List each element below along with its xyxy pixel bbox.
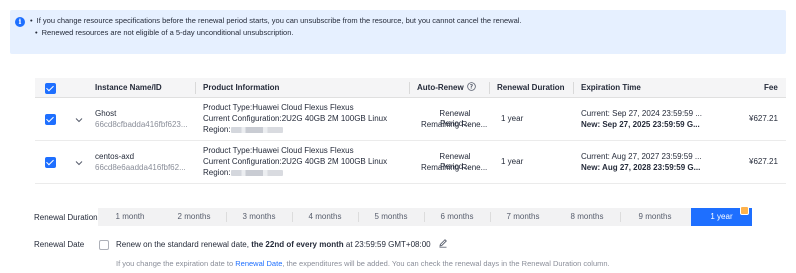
new-expiration: New: Sep 27, 2025 23:59:59 G... bbox=[581, 120, 700, 129]
redacted-region bbox=[230, 126, 283, 133]
renewal-date-label: Renewal Date bbox=[34, 240, 85, 249]
renewal-duration-value: 1 year bbox=[501, 157, 524, 166]
chevron-down-icon[interactable] bbox=[75, 159, 83, 167]
select-all-checkbox[interactable] bbox=[45, 83, 56, 94]
header-instance: Instance Name/ID bbox=[95, 83, 162, 92]
renewal-date-link[interactable]: Renewal Date bbox=[235, 259, 282, 268]
row-checkbox[interactable] bbox=[45, 157, 56, 168]
renewal-date-checkbox[interactable] bbox=[99, 240, 109, 250]
row-checkbox[interactable] bbox=[45, 114, 56, 125]
product-type: Product Type:Huawei Cloud Flexus Flexus bbox=[203, 103, 354, 112]
duration-option-5-months[interactable]: 5 months bbox=[358, 208, 424, 226]
gift-badge-icon bbox=[740, 206, 749, 215]
redacted-region bbox=[230, 169, 283, 176]
header-expiration: Expiration Time bbox=[581, 83, 641, 92]
header-product: Product Information bbox=[203, 83, 280, 92]
table-row: centos-axd 66cd8e6aadda416fbf62... Produ… bbox=[35, 141, 786, 184]
duration-option-9-months[interactable]: 9 months bbox=[620, 208, 690, 226]
chevron-down-icon[interactable] bbox=[75, 116, 83, 124]
duration-option-2-months[interactable]: 2 months bbox=[162, 208, 226, 226]
product-config: Current Configuration:2U2G 40GB 2M 100GB… bbox=[203, 114, 388, 123]
info-icon: i bbox=[15, 17, 25, 27]
product-type: Product Type:Huawei Cloud Flexus Flexus bbox=[203, 146, 354, 155]
instance-id: 66cd8cfbadda416fbf623... bbox=[95, 120, 188, 129]
help-icon[interactable]: ? bbox=[467, 82, 476, 91]
renewal-duration-selector: 1 month 2 months 3 months 4 months 5 mon… bbox=[98, 206, 752, 226]
header-renewal-duration: Renewal Duration bbox=[497, 83, 565, 92]
current-expiration: Current: Sep 27, 2024 23:59:59 ... bbox=[581, 109, 702, 118]
renewal-date-hint: If you change the expiration date to Ren… bbox=[116, 259, 610, 268]
new-expiration: New: Aug 27, 2028 23:59:59 G... bbox=[581, 163, 701, 172]
renewal-duration-value: 1 year bbox=[501, 114, 524, 123]
notice-line-2: Renewed resources are not eligible of a … bbox=[42, 28, 294, 37]
table-header: Instance Name/ID Product Information Aut… bbox=[35, 78, 786, 98]
header-fee: Fee bbox=[764, 83, 778, 92]
instances-table: Instance Name/ID Product Information Aut… bbox=[35, 78, 786, 184]
fee-value: ¥627.21 bbox=[749, 114, 778, 123]
duration-option-1-year[interactable]: 1 year bbox=[691, 206, 752, 226]
fee-value: ¥627.21 bbox=[749, 157, 778, 166]
duration-option-1-month[interactable]: 1 month bbox=[98, 208, 162, 226]
product-region: Region: bbox=[203, 168, 283, 178]
auto-renew-line-2: Remaining Rene... bbox=[421, 120, 488, 129]
renewal-date-text: Renew on the standard renewal date, the … bbox=[116, 240, 431, 249]
duration-option-4-months[interactable]: 4 months bbox=[292, 208, 358, 226]
product-region: Region: bbox=[203, 125, 283, 135]
duration-option-7-months[interactable]: 7 months bbox=[490, 208, 556, 226]
duration-option-6-months[interactable]: 6 months bbox=[424, 208, 490, 226]
current-expiration: Current: Aug 27, 2027 23:59:59 ... bbox=[581, 152, 702, 161]
edit-icon[interactable] bbox=[438, 238, 448, 248]
auto-renew-line-2: Remaining Rene... bbox=[421, 163, 488, 172]
renewal-notice: i If you change resource specifications … bbox=[10, 10, 786, 54]
instance-name: centos-axd bbox=[95, 152, 135, 161]
instance-name: Ghost bbox=[95, 109, 117, 118]
notice-line-1: If you change resource specifications be… bbox=[30, 16, 522, 25]
duration-option-8-months[interactable]: 8 months bbox=[556, 208, 618, 226]
product-config: Current Configuration:2U2G 40GB 2M 100GB… bbox=[203, 157, 388, 166]
instance-id: 66cd8e6aadda416fbf62... bbox=[95, 163, 186, 172]
duration-option-3-months[interactable]: 3 months bbox=[226, 208, 292, 226]
renewal-duration-label: Renewal Duration bbox=[34, 213, 98, 222]
header-auto-renew: Auto-Renew ? bbox=[417, 78, 476, 98]
table-row: Ghost 66cd8cfbadda416fbf623... Product T… bbox=[35, 98, 786, 141]
